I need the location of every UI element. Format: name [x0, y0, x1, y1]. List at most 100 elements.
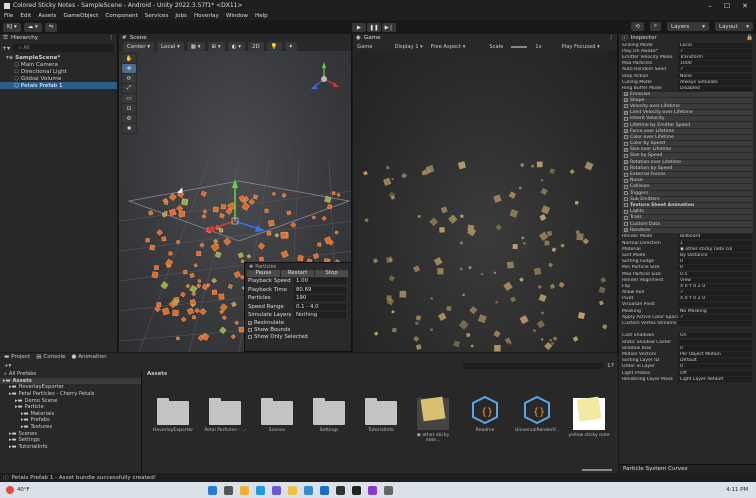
add-button[interactable]: +▾ — [2, 45, 10, 52]
asset-item[interactable]: yellow sticky note — [567, 393, 611, 438]
rect-tool-icon[interactable]: ▭ — [122, 94, 136, 103]
module-checkbox[interactable]: ✓ — [624, 160, 628, 165]
lighting-toggle[interactable]: 💡 — [266, 42, 282, 51]
particles-row-value[interactable]: 190 — [294, 295, 346, 302]
menu-assets[interactable]: Assets — [38, 13, 56, 19]
history-button[interactable]: ⟲ — [631, 22, 644, 31]
particles-row-value[interactable]: 80.69 — [294, 286, 346, 293]
asset-item[interactable]: TutorialInfo — [359, 393, 403, 433]
collab-button[interactable]: ⇋ — [44, 22, 58, 32]
module-checkbox[interactable]: ✓ — [624, 147, 628, 152]
mail-icon[interactable] — [320, 485, 329, 495]
property-value[interactable]: Per Object Motion — [678, 351, 752, 357]
panel-menu-icon[interactable]: ⋮ — [108, 35, 114, 41]
game-tab[interactable]: ◉ Game ⋮ — [353, 34, 617, 42]
layers-dropdown[interactable]: Layers ▾ — [667, 22, 709, 31]
checkbox[interactable]: ✓ — [248, 321, 252, 326]
chat-icon[interactable] — [272, 485, 281, 495]
browser-icon[interactable] — [256, 485, 265, 495]
module-checkbox[interactable] — [624, 222, 628, 227]
project-tree-item[interactable]: ▸▬ Assets — [0, 377, 141, 385]
all-prefabs-filter[interactable]: ⌕ All Prefabs — [0, 371, 141, 378]
snap-increment-button[interactable]: ⊞ ▾ — [207, 42, 225, 51]
menu-component[interactable]: Component — [105, 13, 137, 19]
hierarchy-item[interactable]: ▾◈ SampleScene* — [0, 54, 117, 61]
property-value[interactable]: ✓ — [678, 290, 752, 296]
property-value[interactable]: On — [678, 333, 752, 339]
account-button[interactable]: KJ ▾ — [3, 22, 21, 32]
project-tree-item[interactable]: ▸▬ Petal Particles - Cherry Petals — [0, 391, 141, 398]
module-checkbox[interactable] — [624, 197, 628, 202]
menu-hoverlay[interactable]: Hoverlay — [194, 13, 219, 19]
property-value[interactable]: None — [678, 73, 752, 79]
game-viewport[interactable] — [355, 51, 616, 352]
display-dropdown[interactable]: Display 1 ▾ — [394, 44, 422, 50]
property-value[interactable]: ✓ — [678, 48, 752, 54]
panel-menu-icon[interactable]: ⋮ — [608, 35, 614, 41]
unity-icon[interactable] — [336, 485, 345, 495]
asset-item[interactable]: {} UniversalRenderP... — [515, 393, 559, 433]
scale-tool-icon[interactable]: ⤢ — [122, 84, 136, 93]
draw-mode-button[interactable]: ◐ ▾ — [227, 42, 245, 51]
project-tree-item[interactable]: ▸▬ Demo Scene — [0, 397, 141, 404]
hierarchy-item[interactable]: ⬡ Main Camera — [0, 61, 117, 68]
property-value[interactable]: Light Layer default — [678, 376, 752, 382]
property-value[interactable]: Always Simulate — [678, 79, 752, 85]
module-checkbox[interactable] — [624, 178, 628, 183]
asset-item[interactable]: Petal Particles - ... — [203, 393, 247, 433]
inspector-tab[interactable]: ⓘ Inspector 🔒 — [619, 34, 756, 42]
module-checkbox[interactable]: ✓ — [624, 98, 628, 103]
particles-pause-button[interactable]: Pause — [247, 270, 280, 277]
tab-animation[interactable]: ● Animation — [72, 354, 107, 360]
menu-gameobject[interactable]: GameObject — [63, 13, 98, 19]
transform-tool-icon[interactable]: ⊡ — [122, 104, 136, 113]
project-tree-item[interactable]: ▸▬ Scenes — [0, 430, 141, 437]
menu-file[interactable]: File — [4, 13, 13, 19]
create-button[interactable]: +▾ — [4, 363, 11, 369]
module-checkbox[interactable]: ✓ — [624, 228, 628, 233]
view-orientation-gizmo[interactable] — [311, 62, 339, 89]
asset-item[interactable]: ◉ other sticky note... — [411, 393, 455, 443]
module-checkbox[interactable] — [624, 172, 628, 177]
hierarchy-tab[interactable]: ☰ Hierarchy ⋮ — [0, 34, 117, 42]
module-checkbox[interactable] — [624, 209, 628, 214]
hierarchy-item[interactable]: ⬡ Directional Light — [0, 68, 117, 75]
rotate-tool-icon[interactable]: ⟳ — [122, 74, 136, 83]
play-focused-dropdown[interactable]: Play Focused ▾ — [562, 44, 600, 50]
menu-edit[interactable]: Edit — [20, 13, 31, 19]
property-value[interactable]: 0.5 — [678, 271, 752, 277]
game-icon[interactable] — [368, 485, 377, 495]
property-value[interactable]: X 0 Y 0 Z 0 — [678, 283, 752, 289]
property-value[interactable]: 0 — [678, 364, 752, 370]
property-value[interactable] — [678, 321, 752, 327]
property-value[interactable]: 1000 — [678, 61, 752, 67]
settings-icon[interactable] — [384, 485, 393, 495]
particles-checkbox-row[interactable]: Show Bounds — [245, 327, 351, 334]
property-value[interactable]: ◉ other sticky note col — [678, 246, 752, 252]
property-value[interactable]: Default — [678, 358, 752, 364]
module-checkbox[interactable] — [624, 191, 628, 196]
project-search-input[interactable] — [463, 363, 604, 369]
project-tree-item[interactable]: ▸▬ Particle — [0, 404, 141, 411]
search-button[interactable]: ⌕ — [649, 22, 661, 31]
asset-item[interactable]: Scenes — [255, 393, 299, 433]
property-value[interactable]: 0 — [678, 265, 752, 271]
custom-tool-icon[interactable]: ⚙ — [122, 114, 136, 123]
menu-help[interactable]: Help — [255, 13, 268, 19]
particles-row-value[interactable]: Nothing — [294, 312, 346, 319]
particle-tool-icon[interactable]: ✺ — [122, 124, 136, 133]
particles-checkbox-row[interactable]: Show Only Selected — [245, 334, 351, 341]
property-value[interactable]: Transform — [678, 54, 752, 60]
gizmos-button[interactable]: ✦ — [284, 42, 298, 51]
terminal-icon[interactable] — [352, 485, 361, 495]
start-icon[interactable] — [208, 485, 217, 495]
module-checkbox[interactable] — [624, 203, 628, 208]
menu-jobs[interactable]: Jobs — [175, 13, 187, 19]
module-checkbox[interactable] — [624, 123, 628, 128]
property-value[interactable]: Disabled — [678, 85, 752, 91]
explorer-icon[interactable] — [288, 485, 297, 495]
module-checkbox[interactable] — [624, 215, 628, 220]
checkbox[interactable] — [248, 335, 252, 339]
project-tree-item[interactable]: ▸▬ Materials — [0, 411, 141, 418]
pause-button[interactable]: ❚❚ — [367, 23, 381, 32]
